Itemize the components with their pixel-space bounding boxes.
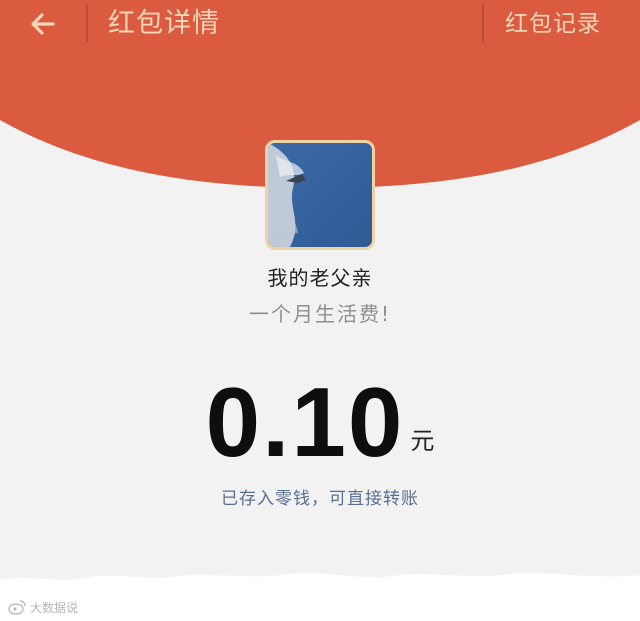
- amount-value: 0.10: [205, 367, 405, 477]
- avatar-image: [268, 143, 372, 247]
- sender-name: 我的老父亲: [267, 266, 373, 290]
- back-arrow-icon: [31, 13, 55, 35]
- weibo-logo-icon: [8, 600, 26, 615]
- top-bar: 红包详情 红包记录: [0, 0, 640, 48]
- page-title: 红包详情: [108, 8, 220, 39]
- header-divider-left: [86, 4, 88, 42]
- wallet-note-link[interactable]: 已存入零钱，可直接转账: [0, 484, 640, 509]
- blessing-message: 一个月生活费!: [248, 302, 392, 326]
- bottom-torn-edge: [0, 560, 640, 621]
- watermark: 大数据说: [8, 598, 78, 616]
- header-divider-right: [482, 4, 484, 42]
- sender-avatar[interactable]: [265, 140, 375, 250]
- currency-unit: 元: [410, 427, 435, 455]
- watermark-text: 大数据说: [30, 600, 79, 615]
- amount-row: 0.10 元: [0, 372, 640, 472]
- back-button[interactable]: [20, 4, 66, 44]
- red-packet-records-link[interactable]: 红包记录: [505, 4, 601, 44]
